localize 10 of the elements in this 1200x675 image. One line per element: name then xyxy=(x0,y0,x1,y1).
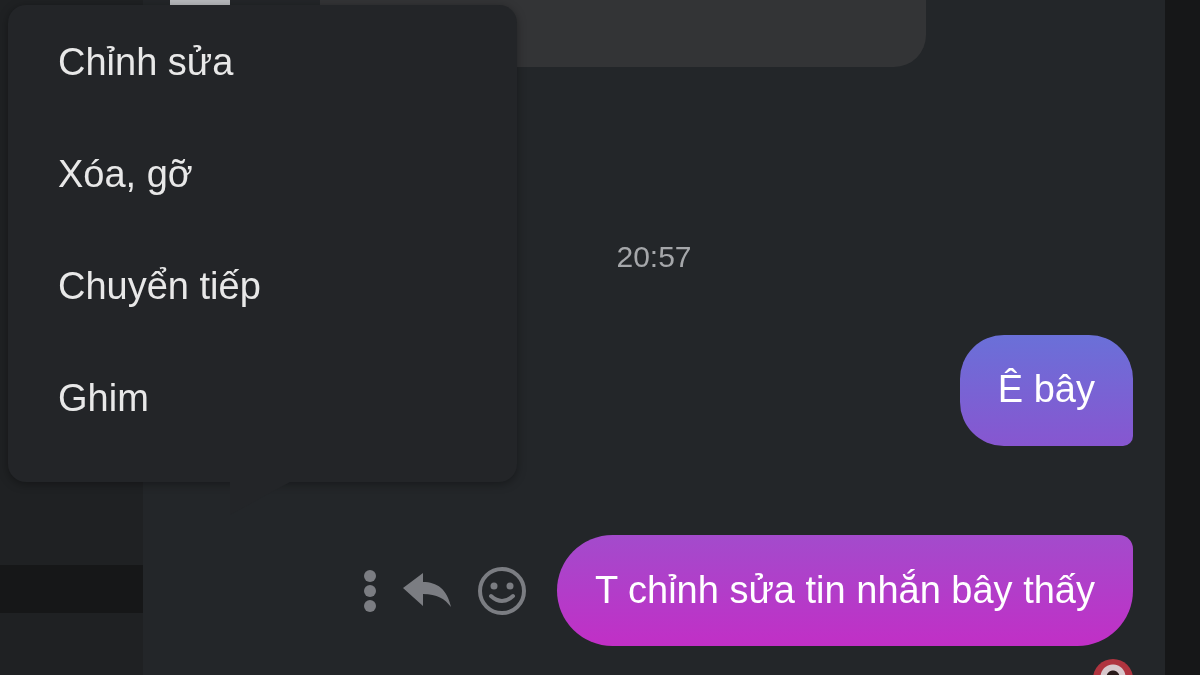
menu-item[interactable]: Chỉnh sửa xyxy=(8,6,517,118)
menu-item[interactable]: Chuyển tiếp xyxy=(8,230,517,342)
emoji-icon[interactable] xyxy=(476,565,527,616)
message-bubble: Ê bây xyxy=(959,335,1133,446)
menu-item[interactable]: Ghim xyxy=(8,342,517,454)
more-options-icon[interactable] xyxy=(362,568,377,613)
timestamp: 20:57 xyxy=(615,239,693,275)
menu-item[interactable]: Xóa, gỡ xyxy=(8,118,517,230)
reply-icon[interactable] xyxy=(402,572,451,609)
message-bubble: T chỉnh sửa tin nhắn bây thấy xyxy=(556,535,1133,646)
